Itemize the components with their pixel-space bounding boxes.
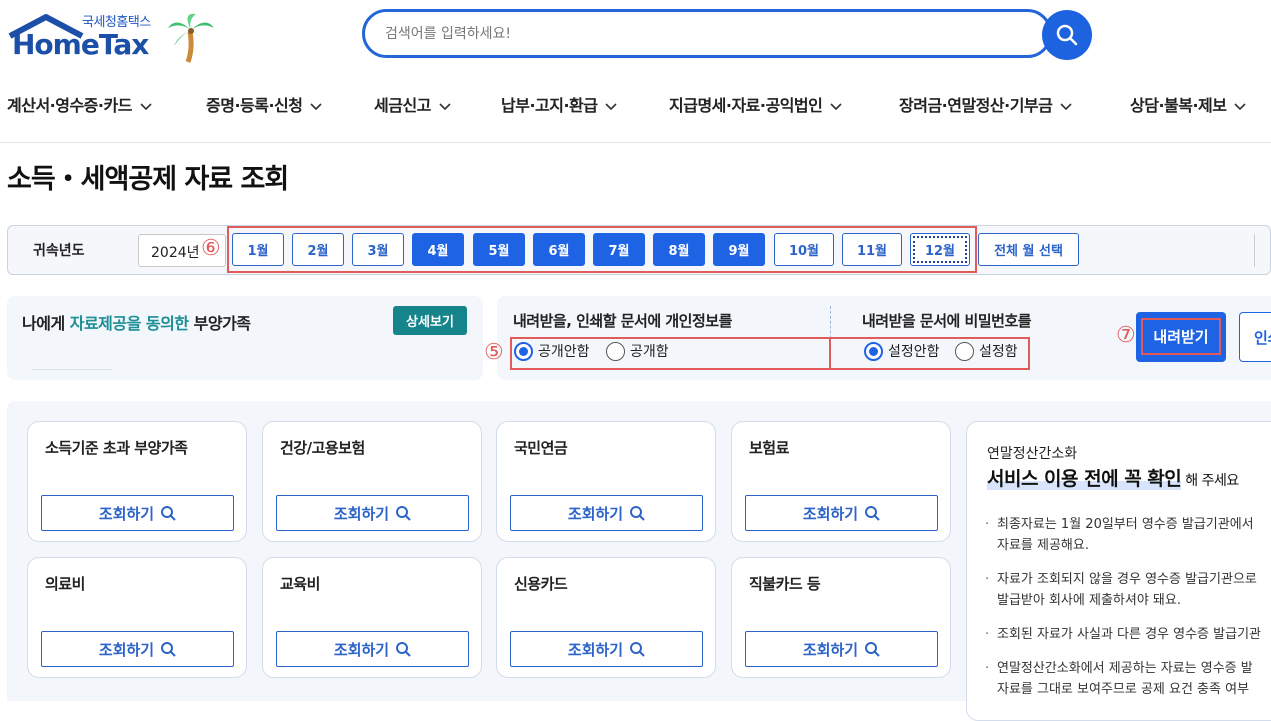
- nav-item-certificates[interactable]: 증명·등록·신청: [206, 92, 323, 116]
- search-icon: [865, 642, 880, 657]
- card-national-pension: 국민연금 조회하기: [496, 421, 716, 542]
- inquiry-button[interactable]: 조회하기: [41, 631, 234, 667]
- card-title: 직불카드 등: [749, 575, 821, 593]
- palm-tree-icon: [168, 13, 214, 63]
- nav-item-consulting[interactable]: 상담·불복·제보: [1130, 92, 1247, 116]
- card-title: 신용카드: [514, 575, 568, 593]
- card-medical-expenses: 의료비 조회하기: [27, 557, 247, 678]
- divider: [1254, 234, 1255, 267]
- inquiry-button[interactable]: 조회하기: [510, 495, 703, 531]
- page-title: 소득・세액공제 자료 조회: [7, 164, 289, 195]
- annotation-marker-7: ⑦: [1116, 323, 1136, 348]
- search-box[interactable]: [362, 9, 1052, 58]
- inquiry-button[interactable]: 조회하기: [745, 631, 938, 667]
- nav-item-invoices[interactable]: 계산서·영수증·카드: [7, 92, 152, 116]
- annotation-highlight-5: [510, 337, 831, 370]
- card-credit-card: 신용카드 조회하기: [496, 557, 716, 678]
- print-button[interactable]: 인쇄: [1239, 312, 1271, 362]
- divider: [32, 369, 112, 370]
- personal-info-title: 내려받을, 인쇄할 문서에 개인정보를: [513, 312, 732, 330]
- logo-wordmark: HomeTax: [12, 28, 149, 61]
- card-insurance-premiums: 보험료 조회하기: [731, 421, 951, 542]
- search-icon: [396, 642, 411, 657]
- inquiry-button[interactable]: 조회하기: [745, 495, 938, 531]
- search-icon: [161, 642, 176, 657]
- dependents-panel: 나에게 자료제공을 동의한 부양가족 상세보기: [7, 296, 483, 380]
- main-navigation: 계산서·영수증·카드 증명·등록·신청 세금신고 납부·고지·환급 지급명세·자…: [0, 84, 1271, 124]
- card-debit-card: 직불카드 등 조회하기: [731, 557, 951, 678]
- annotation-marker-6: ⑥: [201, 236, 221, 261]
- annotation-highlight-5: [831, 337, 1030, 370]
- annotation-marker-5: ⑤: [484, 340, 504, 365]
- detail-view-button[interactable]: 상세보기: [393, 306, 467, 335]
- search-icon: [1056, 24, 1078, 46]
- nav-item-tax-filing[interactable]: 세금신고: [374, 92, 451, 116]
- chevron-down-icon: [605, 102, 618, 110]
- notice-bullet: · 자료가 조회되지 않을 경우 영수증 발급기관으로 발급받아 회사에 제출하셔야…: [985, 572, 1257, 608]
- header-divider: [0, 142, 1271, 143]
- search-icon: [396, 506, 411, 521]
- inquiry-button[interactable]: 조회하기: [510, 631, 703, 667]
- card-health-employment-insurance: 건강/고용보험 조회하기: [262, 421, 482, 542]
- card-title: 의료비: [45, 575, 85, 593]
- notice-bullet: · 최종자료는 1월 20일부터 영수증 발급기관에서 자료를 제공해요.: [985, 517, 1254, 553]
- card-education-expenses: 교육비 조회하기: [262, 557, 482, 678]
- chevron-down-icon: [1060, 102, 1072, 110]
- notice-panel: 연말정산간소화 서비스 이용 전에 꼭 확인 해 주세요 · 최종자료는 1월 20…: [966, 421, 1271, 721]
- notice-title: 서비스 이용 전에 꼭 확인 해 주세요: [987, 468, 1239, 490]
- nav-item-year-end[interactable]: 장려금·연말정산·기부금: [899, 92, 1072, 116]
- inquiry-button[interactable]: 조회하기: [276, 495, 469, 531]
- search-icon: [161, 506, 176, 521]
- inquiry-button[interactable]: 조회하기: [41, 495, 234, 531]
- chevron-down-icon: [439, 102, 451, 110]
- search-button[interactable]: [1042, 10, 1092, 60]
- chevron-down-icon: [140, 102, 152, 110]
- annotation-highlight-6: [227, 226, 977, 273]
- search-icon: [865, 506, 880, 521]
- nav-item-payment[interactable]: 납부·고지·환급: [501, 92, 618, 116]
- notice-subtitle: 연말정산간소화: [987, 446, 1078, 462]
- search-input[interactable]: [385, 22, 1005, 46]
- notice-bullet: · 조회된 자료가 사실과 다른 경우 영수증 발급기관: [985, 627, 1261, 642]
- chevron-down-icon: [1234, 102, 1247, 110]
- select-all-months-button[interactable]: 전체 월 선택: [978, 233, 1079, 266]
- hometax-logo[interactable]: 국세청홈택스 HomeTax: [6, 8, 216, 64]
- card-title: 국민연금: [514, 439, 568, 457]
- download-button[interactable]: 내려받기: [1136, 312, 1226, 362]
- card-title: 건강/고용보험: [280, 439, 365, 457]
- card-title: 교육비: [280, 575, 320, 593]
- year-label: 귀속년도: [33, 243, 85, 259]
- search-icon: [630, 506, 645, 521]
- chevron-down-icon: [310, 102, 323, 110]
- password-title: 내려받을 문서에 비밀번호를: [862, 312, 1032, 330]
- search-icon: [630, 642, 645, 657]
- card-title: 보험료: [749, 439, 789, 457]
- card-excess-income-dependents: 소득기준 초과 부양가족 조회하기: [27, 421, 247, 542]
- dependents-text: 나에게 자료제공을 동의한 부양가족: [22, 314, 251, 333]
- chevron-down-icon: [830, 102, 842, 110]
- download-button-label: 내려받기: [1141, 318, 1221, 355]
- inquiry-button[interactable]: 조회하기: [276, 631, 469, 667]
- notice-bullet: · 연말정산간소화에서 제공하는 자료는 영수증 발 자료를 그대로 보여주므로 공…: [985, 661, 1253, 697]
- nav-item-statements[interactable]: 지급명세·자료·공익법인: [669, 92, 842, 116]
- card-title: 소득기준 초과 부양가족: [45, 439, 188, 457]
